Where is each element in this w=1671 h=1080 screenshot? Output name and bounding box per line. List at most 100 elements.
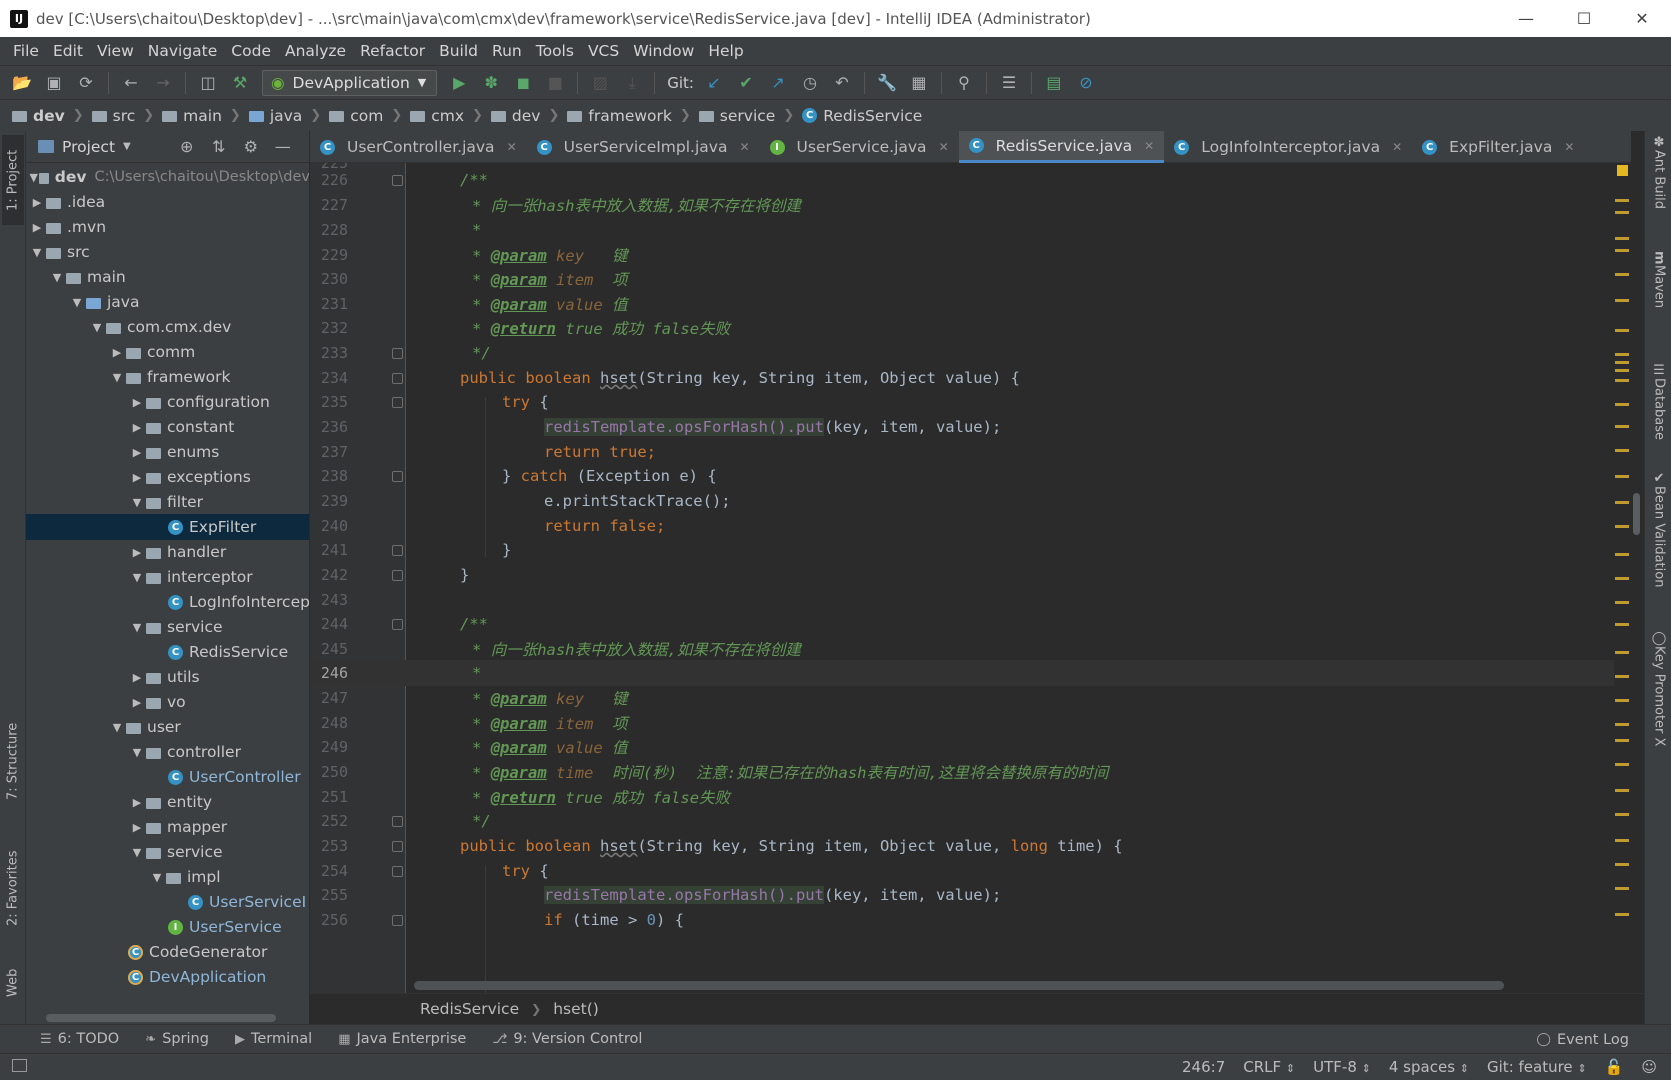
warning-marker[interactable] [1615,361,1629,364]
fold-marker-icon[interactable] [392,347,403,359]
git-update-icon[interactable]: ↙ [700,70,728,96]
tool-tab-todo[interactable]: ☰ 6: TODO [40,1031,119,1047]
warning-marker[interactable] [1615,839,1629,842]
debug-bug-icon[interactable]: ✽ [477,70,505,96]
tree-node[interactable]: ▶ configuration [26,389,309,415]
fold-marker-icon[interactable] [392,618,403,630]
menu-file[interactable]: File [6,42,46,60]
tree-node[interactable]: ▶ vo [26,689,309,715]
gear-icon[interactable]: ⚙ [239,137,263,156]
tree-node[interactable]: ▶ utils [26,664,309,690]
error-stripe[interactable] [1614,163,1631,993]
menu-build[interactable]: Build [432,42,485,60]
tree-node[interactable]: ▼ main [26,264,309,290]
forward-arrow-icon[interactable]: → [149,70,177,96]
encoding-widget[interactable]: UTF-8 ⇕ [1313,1058,1371,1076]
menu-help[interactable]: Help [701,42,750,60]
menu-window[interactable]: Window [626,42,701,60]
warning-marker[interactable] [1615,211,1629,214]
warning-marker[interactable] [1615,273,1629,276]
lock-icon[interactable]: 🔓 [1605,1058,1624,1076]
warning-marker[interactable] [1615,739,1629,742]
close-tab-icon[interactable]: ✕ [939,140,949,154]
breadcrumb-item[interactable]: main [162,107,222,125]
line-separator-widget[interactable]: CRLF ⇕ [1243,1058,1295,1076]
tool-tab-terminal[interactable]: ▶ Terminal [235,1031,312,1047]
close-tab-icon[interactable]: ✕ [1392,140,1402,154]
tool-tab-key-promoter[interactable]: ◯ Key Promoter X [1648,631,1670,771]
warning-marker[interactable] [1615,369,1629,372]
warning-indicator-icon[interactable] [1617,165,1628,176]
project-view-selector[interactable]: Project [62,138,115,156]
fold-marker-icon[interactable] [392,544,403,556]
power-save-icon[interactable]: ⊘ [1072,70,1100,96]
tree-node[interactable]: ▼ src [26,239,309,265]
tab-expfilter[interactable]: C ExpFilter.java ✕ [1412,131,1584,163]
warning-marker[interactable] [1615,887,1629,890]
breadcrumb-item[interactable]: dev [490,107,540,125]
close-window-button[interactable]: ✕ [1613,0,1671,37]
tree-node[interactable]: ▼ java [26,289,309,315]
warning-marker[interactable] [1615,403,1629,406]
menu-vcs[interactable]: VCS [581,42,626,60]
tool-tab-ant-build[interactable]: ✽ Ant Build [1648,135,1670,245]
warning-marker[interactable] [1615,699,1629,702]
tab-userserviceimpl[interactable]: C UserServiceImpl.java ✕ [527,131,760,163]
hide-panel-icon[interactable]: — [271,137,295,156]
project-structure-icon[interactable]: ▦ [905,70,933,96]
tool-tab-structure[interactable]: 7: Structure [2,706,24,816]
menu-edit[interactable]: Edit [46,42,90,60]
fold-marker-icon[interactable] [392,865,403,877]
breadcrumb-item[interactable]: C RedisService [802,107,922,125]
event-log-button[interactable]: ◯ Event Log [1536,1025,1629,1054]
close-tab-icon[interactable]: ✕ [739,140,749,154]
warning-marker[interactable] [1615,723,1629,726]
tree-node[interactable]: C CodeGenerator [26,939,309,965]
coverage-icon[interactable]: ◼ [509,70,537,96]
tab-redisservice[interactable]: C RedisService.java ✕ [958,131,1165,163]
warning-marker[interactable] [1615,379,1629,382]
tree-node[interactable]: ▼ service [26,614,309,640]
tree-node[interactable]: ▶ .mvn [26,214,309,240]
fold-marker-icon[interactable] [392,174,403,186]
warning-marker[interactable] [1615,475,1629,478]
fold-marker-icon[interactable] [392,914,403,926]
breadcrumb-item[interactable]: cmx [410,107,464,125]
settings-wrench-icon[interactable]: 🔧 [873,70,901,96]
save-icon[interactable]: ▣ [40,70,68,96]
scrollbar-thumb[interactable] [1633,493,1640,535]
tree-node[interactable]: ▼ filter [26,489,309,515]
git-branch-widget[interactable]: Git: feature ⇕ [1487,1058,1587,1076]
tree-node[interactable]: I UserService [26,914,309,940]
breadcrumb-item[interactable]: java [248,107,302,125]
tree-node[interactable]: ▼ interceptor [26,564,309,590]
breadcrumb-method[interactable]: hset() [553,1000,599,1018]
tool-tab-project[interactable]: 1: Project [2,135,24,225]
warning-marker[interactable] [1615,675,1629,678]
warning-marker[interactable] [1615,237,1629,240]
warning-marker[interactable] [1615,813,1629,816]
history-clock-icon[interactable]: ◷ [796,70,824,96]
tool-tab-spring[interactable]: ❧ Spring [145,1031,209,1047]
close-tab-icon[interactable]: ✕ [507,140,517,154]
tree-node[interactable]: C LogInfoIntercep [26,589,309,615]
git-commit-check-icon[interactable]: ✔ [732,70,760,96]
fold-marker-icon[interactable] [392,372,403,384]
breadcrumb-item[interactable]: framework [567,107,672,125]
warning-marker[interactable] [1615,353,1629,356]
fold-marker-icon[interactable] [392,396,403,408]
warning-marker[interactable] [1615,199,1629,202]
menu-refactor[interactable]: Refactor [353,42,432,60]
fold-marker-icon[interactable] [392,815,403,827]
tree-node[interactable]: ▶ entity [26,789,309,815]
breadcrumb-item[interactable]: src [91,107,135,125]
menu-navigate[interactable]: Navigate [141,42,225,60]
code-editor[interactable]: 225 226/** 227 * 向一张hash表中放入数据,如果不存在将创建 2… [310,163,1631,993]
warning-marker[interactable] [1615,863,1629,866]
indent-widget[interactable]: 4 spaces ⇕ [1389,1058,1469,1076]
tree-node[interactable]: ▼ controller [26,739,309,765]
editor-vertical-scrollbar[interactable] [1631,163,1644,993]
warning-marker[interactable] [1615,553,1629,556]
tool-tab-web[interactable]: Web [2,953,24,1013]
tree-node[interactable]: ▼ user [26,714,309,740]
